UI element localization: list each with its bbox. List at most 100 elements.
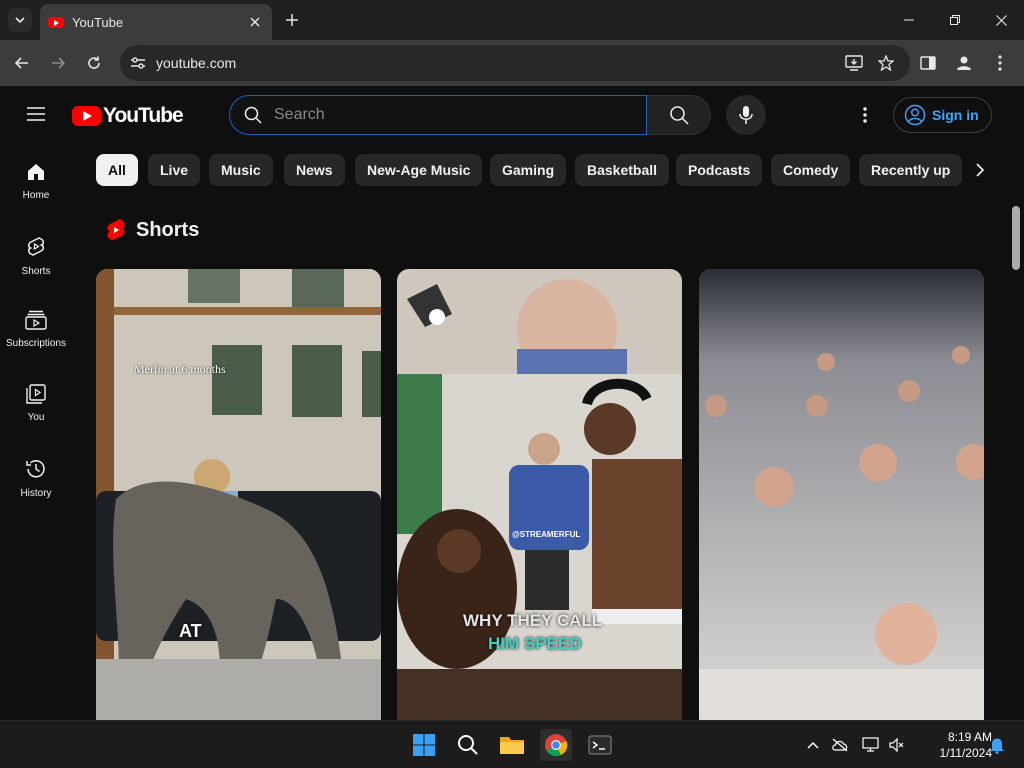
chips-next-button[interactable] xyxy=(964,158,996,182)
forward-button[interactable] xyxy=(46,51,70,75)
side-panel-button[interactable] xyxy=(910,47,946,79)
mini-guide: Home Shorts Subscriptions You History xyxy=(0,142,72,512)
browser-toolbar: youtube.com xyxy=(0,40,1024,86)
chip-news[interactable]: News xyxy=(284,154,345,186)
chip-live[interactable]: Live xyxy=(148,154,201,186)
short-thumbnail-3 xyxy=(699,269,984,720)
short-thumbnail-1 xyxy=(96,269,381,720)
chip-music[interactable]: Music xyxy=(209,154,273,186)
microphone-icon xyxy=(739,106,753,124)
guide-label: Shorts xyxy=(21,266,51,277)
star-icon xyxy=(878,55,894,71)
volume-button[interactable] xyxy=(886,738,908,752)
close-window-button[interactable] xyxy=(978,0,1024,40)
minimize-button[interactable] xyxy=(886,0,932,40)
minimize-icon xyxy=(904,19,914,21)
terminal-taskbar-button[interactable] xyxy=(584,729,616,761)
system-clock[interactable]: 8:19 AM 1/11/2024 xyxy=(914,729,993,761)
youtube-play-icon xyxy=(72,106,101,126)
reload-button[interactable] xyxy=(82,51,106,75)
sign-in-button[interactable]: Sign in xyxy=(893,97,992,133)
speaker-muted-icon xyxy=(889,738,904,752)
short-watermark: @STREAMERFUL xyxy=(512,530,581,539)
new-tab-button[interactable] xyxy=(282,10,302,30)
guide-label: You xyxy=(27,412,45,423)
more-vertical-icon xyxy=(863,107,867,123)
file-explorer-button[interactable] xyxy=(496,729,528,761)
chrome-icon xyxy=(545,734,568,757)
url-text: youtube.com xyxy=(156,55,237,71)
restore-button[interactable] xyxy=(932,0,978,40)
guide-menu-button[interactable] xyxy=(24,104,48,124)
chip-new-age-music[interactable]: New-Age Music xyxy=(355,154,483,186)
youtube-favicon-icon xyxy=(48,16,64,28)
chip-recently-uploaded[interactable]: Recently up xyxy=(859,154,963,186)
restore-icon xyxy=(950,15,960,25)
search-icon xyxy=(244,106,262,124)
masthead: YouTube Sign in xyxy=(0,86,1024,142)
more-vertical-icon xyxy=(998,55,1002,71)
guide-item-history[interactable]: History xyxy=(0,438,72,512)
chip-all[interactable]: All xyxy=(96,154,138,186)
chevron-right-icon xyxy=(976,163,985,177)
youtube-logo[interactable]: YouTube xyxy=(72,104,184,128)
short-caption-line2: HIM SPEED xyxy=(488,634,582,653)
side-panel-icon xyxy=(920,56,936,70)
chevron-down-icon xyxy=(15,17,25,24)
shorts-shelf-header: Shorts xyxy=(106,218,199,242)
install-app-button[interactable] xyxy=(838,47,870,79)
address-bar[interactable]: youtube.com xyxy=(120,45,910,81)
sign-in-label: Sign in xyxy=(932,107,979,123)
onedrive-button[interactable] xyxy=(824,738,856,752)
profile-button[interactable] xyxy=(946,47,982,79)
arrow-right-icon xyxy=(52,57,65,69)
browser-menu-button[interactable] xyxy=(982,47,1018,79)
chip-gaming[interactable]: Gaming xyxy=(490,154,567,186)
cloud-off-icon xyxy=(832,738,848,752)
guide-item-home[interactable]: Home xyxy=(0,142,72,216)
voice-search-button[interactable] xyxy=(726,95,766,135)
chip-podcasts[interactable]: Podcasts xyxy=(676,154,763,186)
home-icon xyxy=(28,164,44,180)
network-button[interactable] xyxy=(856,737,886,753)
short-caption-bottom: AT xyxy=(179,621,202,641)
terminal-icon xyxy=(588,735,612,755)
guide-item-shorts[interactable]: Shorts xyxy=(0,216,72,290)
tab-strip: YouTube xyxy=(0,0,1024,40)
back-button[interactable] xyxy=(10,51,34,75)
shorts-logo-icon xyxy=(107,219,125,241)
chrome-taskbar-button[interactable] xyxy=(540,729,572,761)
short-card-1[interactable]: Merlin at 6 months AT xyxy=(96,269,381,720)
tab-search-button[interactable] xyxy=(8,8,32,32)
taskbar-search-button[interactable] xyxy=(452,729,484,761)
guide-item-subscriptions[interactable]: Subscriptions xyxy=(0,290,72,364)
show-hidden-icons-button[interactable] xyxy=(802,741,824,749)
youtube-page: YouTube Sign in Home Shorts xyxy=(0,86,1024,720)
subscriptions-icon xyxy=(25,310,47,330)
short-caption-line1: WHY THEY CALL xyxy=(463,611,603,630)
start-button[interactable] xyxy=(408,729,440,761)
guide-label: Home xyxy=(22,190,50,201)
system-tray xyxy=(802,729,908,761)
person-icon xyxy=(957,56,971,70)
clock-time: 8:19 AM xyxy=(947,730,992,744)
chip-basketball[interactable]: Basketball xyxy=(575,154,670,186)
guide-item-you[interactable]: You xyxy=(0,364,72,438)
folder-icon xyxy=(500,737,524,754)
chip-comedy[interactable]: Comedy xyxy=(771,154,851,186)
page-scrollbar[interactable] xyxy=(1012,206,1020,270)
short-card-3[interactable] xyxy=(699,269,984,720)
tab-title: YouTube xyxy=(72,14,124,30)
tab-close-button[interactable] xyxy=(246,13,264,31)
bell-icon xyxy=(990,738,1004,754)
chevron-up-icon xyxy=(807,741,819,749)
settings-menu-button[interactable] xyxy=(853,103,877,127)
search-input[interactable] xyxy=(274,106,614,124)
windows-logo-icon xyxy=(413,734,435,756)
browser-tab-youtube[interactable]: YouTube xyxy=(40,4,272,40)
search-button[interactable] xyxy=(647,95,711,135)
notifications-button[interactable] xyxy=(986,729,1008,761)
short-card-2[interactable]: @STREAMERFUL WHY THEY CALL HIM SPEED xyxy=(397,269,682,720)
bookmark-button[interactable] xyxy=(870,47,902,79)
site-info-button[interactable] xyxy=(120,45,156,81)
